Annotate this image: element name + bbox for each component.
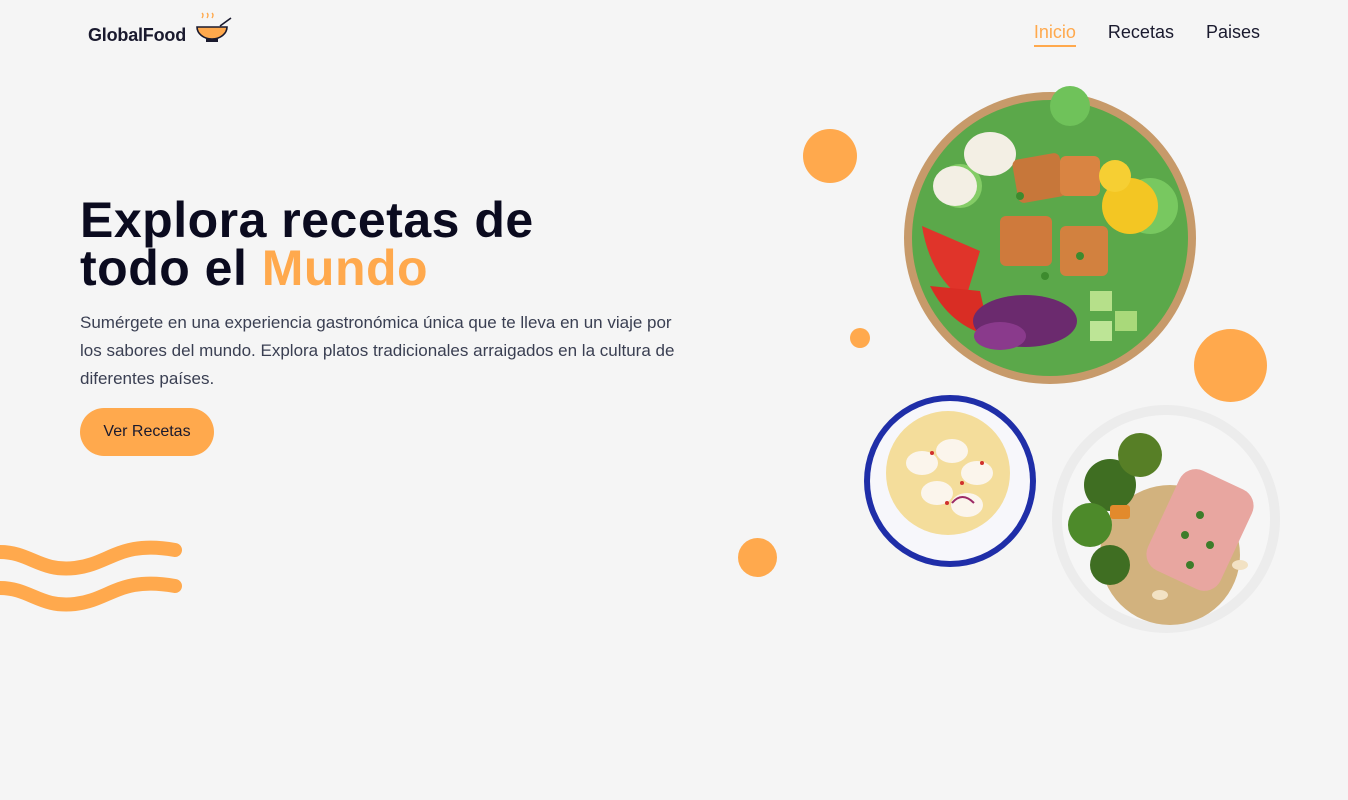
nav-recetas[interactable]: Recetas <box>1108 22 1174 47</box>
nav-paises[interactable]: Paises <box>1206 22 1260 47</box>
decor-dot-large-top <box>803 129 857 183</box>
ceviche-bowl-image <box>864 395 1036 567</box>
soup-bowl-icon <box>196 12 232 42</box>
brand-name: GlobalFood <box>88 24 186 45</box>
hero-description: Sumérgete en una experiencia gastronómic… <box>80 313 675 388</box>
nav-inicio[interactable]: Inicio <box>1033 22 1076 47</box>
salad-bowl-image <box>904 86 1196 384</box>
salmon-plate-image <box>1052 405 1280 633</box>
landing-page: GlobalFood Inicio Recetas Paises Explora… <box>0 0 1348 800</box>
hero-title-line2: todo el <box>80 240 262 296</box>
brand-logo[interactable]: GlobalFood <box>88 12 234 46</box>
waves-decoration <box>0 540 182 612</box>
decor-dot-bottom <box>738 538 777 577</box>
hero-title: Explora recetas de todo el Mundo <box>80 195 534 293</box>
hero-title-accent: Mundo <box>261 240 429 296</box>
decor-dot-small <box>850 328 870 348</box>
main-nav: Inicio Recetas Paises <box>1033 22 1260 47</box>
ver-recetas-button[interactable]: Ver Recetas <box>80 408 214 456</box>
decor-dot-right <box>1194 329 1267 402</box>
